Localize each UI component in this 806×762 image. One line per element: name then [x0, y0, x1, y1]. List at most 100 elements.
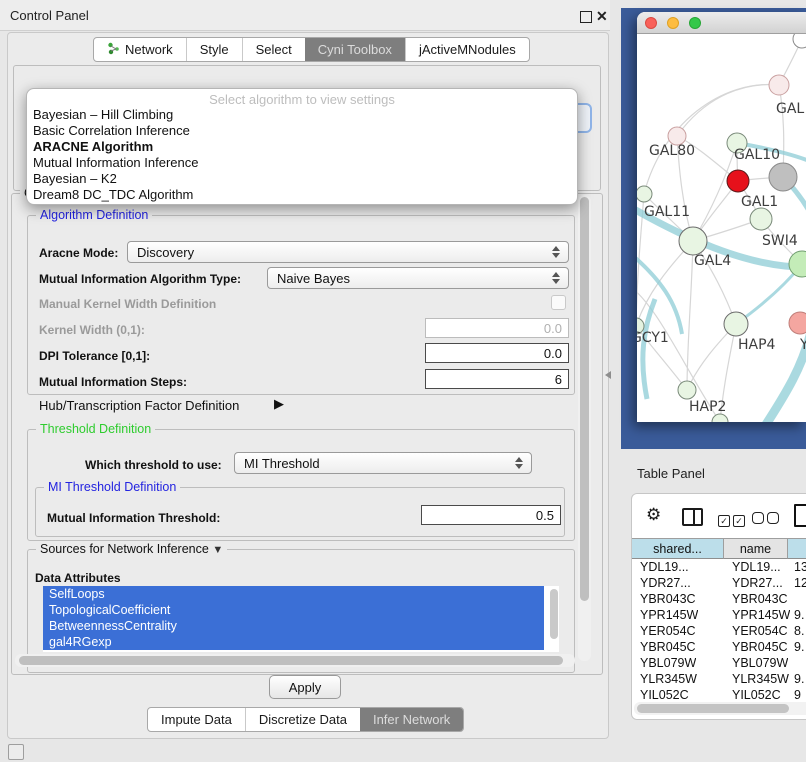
table-row[interactable]: YBR043CYBR043C: [632, 591, 806, 607]
stepper-arrows-icon: [552, 272, 561, 284]
float-window-icon[interactable]: [580, 11, 592, 23]
tab-select[interactable]: Select: [242, 38, 305, 61]
manual-kernel-label: Manual Kernel Width Definition: [39, 298, 216, 310]
mi-steps-value: 6: [555, 372, 562, 387]
tab-discretize-data[interactable]: Discretize Data: [245, 708, 360, 731]
algorithm-placeholder: Select algorithm to view settings: [27, 92, 577, 107]
table-row[interactable]: YPR145WYPR145W9.: [632, 607, 806, 623]
control-panel-titlebar: [0, 0, 610, 31]
cell: YPR145W: [640, 607, 698, 623]
sources-title-text: Sources for Network Inference: [40, 542, 209, 556]
table-row[interactable]: YBL079WYBL079W: [632, 655, 806, 671]
column-header-name[interactable]: name: [724, 538, 788, 559]
mi-threshold-field[interactable]: 0.5: [421, 505, 561, 525]
cell: YIL052C: [640, 687, 689, 702]
mi-steps-field[interactable]: 6: [425, 369, 569, 389]
apply-button[interactable]: Apply: [269, 675, 341, 699]
dpi-tolerance-field[interactable]: 0.0: [425, 343, 569, 363]
algorithm-definition-title: Algorithm Definition: [36, 208, 152, 222]
tab-cyni-toolbox[interactable]: Cyni Toolbox: [305, 38, 405, 61]
mi-type-combobox[interactable]: Naive Bayes: [267, 267, 569, 289]
table-row[interactable]: YDR27... YDR27... 12: [632, 575, 806, 591]
mi-type-label: Mutual Information Algorithm Type:: [39, 273, 241, 285]
list-scrollbar[interactable]: [550, 589, 558, 639]
network-canvas[interactable]: GAL GAL80 GAL10 GAL1 GAL11 GAL4 SWI4 GCY…: [637, 34, 806, 422]
cell: YDR27...: [732, 575, 783, 591]
cell: YER054C: [732, 623, 788, 639]
network-window-titlebar[interactable]: [637, 12, 806, 34]
mi-threshold-value: 0.5: [536, 508, 554, 523]
tab-cyni-toolbox-label: Cyni Toolbox: [318, 42, 392, 57]
close-icon[interactable]: ✕: [596, 8, 608, 25]
attribute-item[interactable]: TopologicalCoefficient: [43, 602, 544, 618]
tab-infer-network-label: Infer Network: [373, 712, 450, 727]
aracne-mode-combobox[interactable]: Discovery: [127, 241, 569, 263]
column-header-label: name: [740, 542, 771, 556]
threshold-definition-title: Threshold Definition: [36, 422, 155, 436]
settings-vscrollbar-thumb[interactable]: [580, 197, 589, 601]
table-row[interactable]: YLR345WYLR345W9.: [632, 671, 806, 687]
sources-group-title: Sources for Network Inference ▼: [36, 542, 227, 556]
table-row[interactable]: YBR045CYBR045C9.: [632, 639, 806, 655]
tab-infer-network[interactable]: Infer Network: [360, 708, 463, 731]
which-threshold-combobox[interactable]: MI Threshold: [234, 452, 532, 474]
tab-style[interactable]: Style: [186, 38, 242, 61]
algorithm-option-aracne[interactable]: ARACNE Algorithm: [27, 139, 577, 155]
mi-type-value: Naive Bayes: [277, 271, 350, 286]
checked-checkbox-pair-icon[interactable]: ✓✓: [718, 511, 745, 529]
data-attributes-list: SelfLoops TopologicalCoefficient Between…: [43, 586, 559, 652]
attribute-item[interactable]: gal4RGexp: [43, 634, 544, 650]
algorithm-option[interactable]: Bayesian – K2: [27, 171, 577, 187]
attribute-item[interactable]: BetweennessCentrality: [43, 618, 544, 634]
node-label: HAP4: [738, 338, 775, 352]
cell: YDR27...: [640, 575, 691, 591]
algorithm-option[interactable]: Mutual Information Inference: [27, 155, 577, 171]
split-columns-icon[interactable]: [682, 508, 703, 526]
network-icon: [107, 42, 120, 58]
table-row[interactable]: YIL052CYIL052C9: [632, 687, 806, 702]
tab-network-label: Network: [125, 42, 173, 57]
network-graph-svg: [637, 34, 806, 422]
zoom-traffic-light-icon[interactable]: [689, 17, 701, 29]
table-row[interactable]: YER054CYER054C8.: [632, 623, 806, 639]
mi-steps-label: Mutual Information Steps:: [39, 376, 187, 388]
tab-jactivemnodules[interactable]: jActiveMNodules: [405, 38, 529, 61]
mi-threshold-label: Mutual Information Threshold:: [47, 512, 220, 524]
node-label: GAL4: [694, 254, 731, 268]
cell: 12: [794, 575, 806, 591]
node-label: SWI4: [762, 234, 798, 248]
which-threshold-label: Which threshold to use:: [85, 459, 222, 471]
column-header-partial[interactable]: A: [788, 538, 806, 559]
cell: 9: [794, 687, 801, 702]
algorithm-option[interactable]: Dream8 DC_TDC Algorithm: [27, 187, 577, 203]
gear-icon[interactable]: ⚙: [646, 506, 661, 523]
cell: YDL19...: [732, 559, 781, 575]
tab-discretize-data-label: Discretize Data: [259, 712, 347, 727]
document-icon[interactable]: [794, 504, 806, 527]
minimize-traffic-light-icon[interactable]: [667, 17, 679, 29]
dock-widget-icon[interactable]: [8, 744, 24, 760]
table-row[interactable]: YDL19...YDL19...13: [632, 559, 806, 575]
cell: 9.: [794, 671, 804, 687]
node-label: GAL80: [649, 144, 695, 158]
node-label: GAL10: [734, 148, 780, 162]
algorithm-option[interactable]: Basic Correlation Inference: [27, 123, 577, 139]
expand-right-arrow-icon[interactable]: ▶: [274, 396, 284, 412]
close-traffic-light-icon[interactable]: [645, 17, 657, 29]
kernel-width-field[interactable]: 0.0: [425, 318, 569, 338]
algorithm-option[interactable]: Bayesian – Hill Climbing: [27, 107, 577, 123]
attribute-item[interactable]: SelfLoops: [43, 586, 544, 602]
control-panel-title: Control Panel: [10, 8, 89, 23]
column-header-shared-name[interactable]: shared...: [632, 538, 724, 559]
cell: YBL079W: [640, 655, 696, 671]
tab-network[interactable]: Network: [94, 38, 186, 61]
dpi-tolerance-label: DPI Tolerance [0,1]:: [39, 350, 150, 362]
panel-splitter-arrow-icon[interactable]: [605, 371, 611, 379]
cell: 9.: [794, 607, 804, 623]
unchecked-checkbox-pair-icon[interactable]: [752, 511, 779, 529]
collapse-down-arrow-icon[interactable]: ▼: [212, 544, 223, 556]
table-hscrollbar-thumb[interactable]: [637, 704, 789, 713]
manual-kernel-checkbox[interactable]: [551, 295, 566, 310]
settings-hscrollbar-thumb[interactable]: [19, 656, 563, 665]
tab-impute-data[interactable]: Impute Data: [148, 708, 245, 731]
